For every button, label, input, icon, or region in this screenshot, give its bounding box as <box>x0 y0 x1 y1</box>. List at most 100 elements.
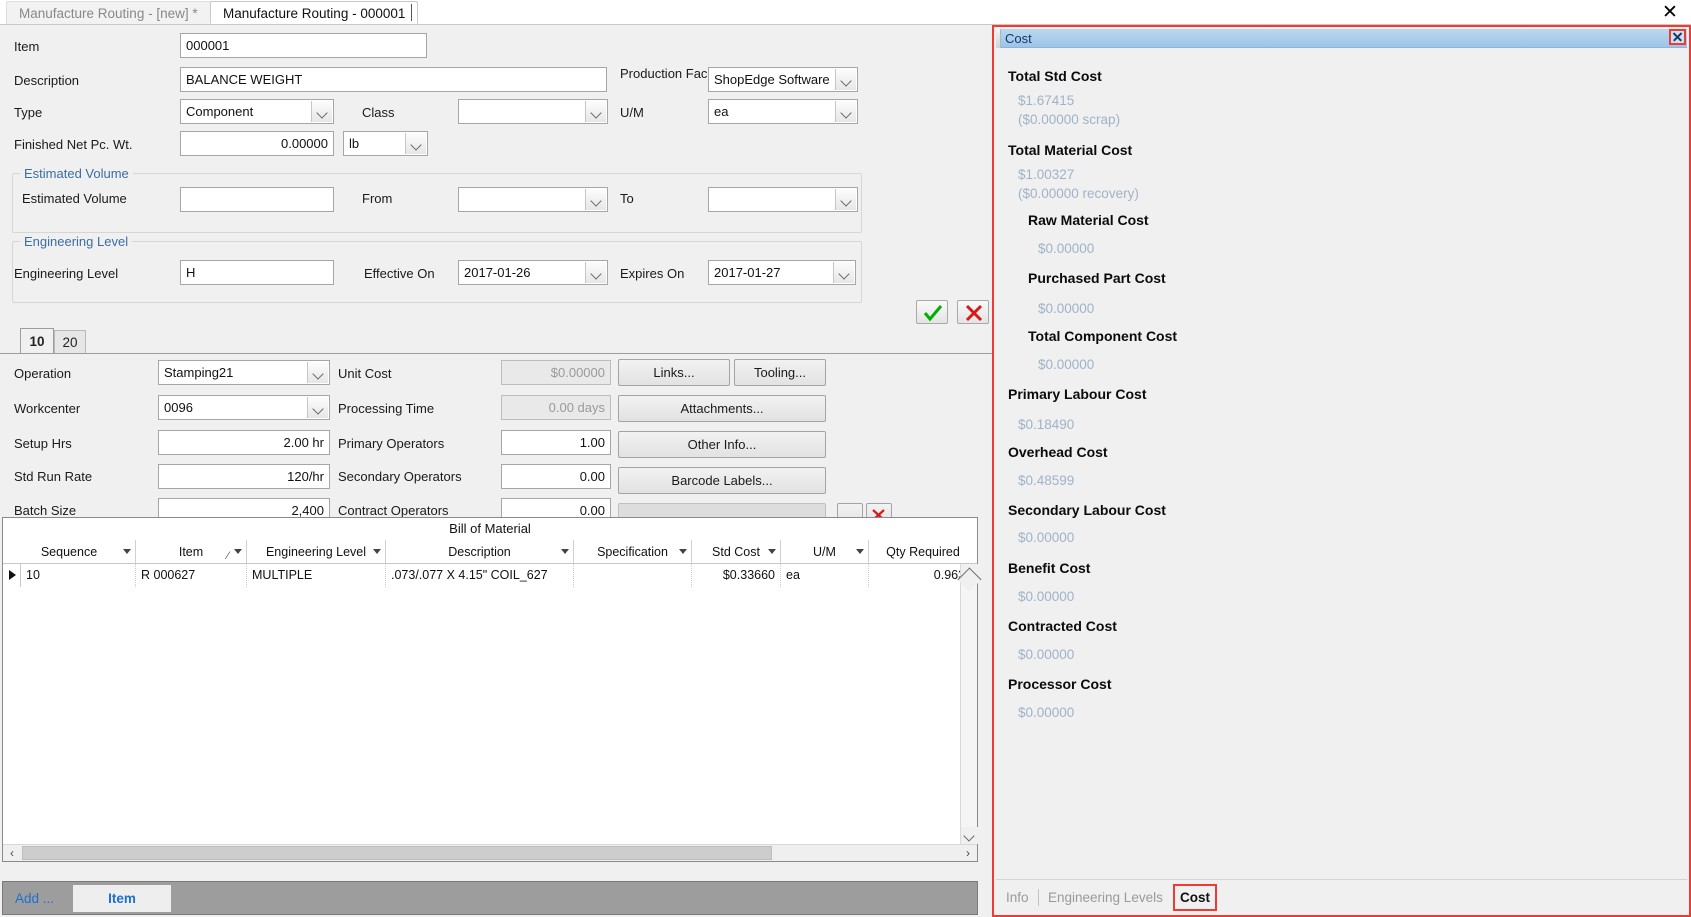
chevron-down-icon[interactable] <box>585 262 606 283</box>
std-run-rate-input[interactable]: 120/hr <box>158 464 330 489</box>
chevron-down-icon[interactable] <box>307 362 328 383</box>
bom-horizontal-scrollbar[interactable]: ‹ › <box>3 844 977 861</box>
estimated-volume-from-select[interactable] <box>458 187 608 212</box>
scroll-right-button[interactable]: › <box>959 845 977 861</box>
filter-dropdown-icon[interactable] <box>768 549 776 554</box>
chevron-down-icon[interactable] <box>311 101 332 122</box>
class-select[interactable] <box>458 99 608 124</box>
effective-on-datepicker[interactable]: 2017-01-26 <box>458 260 608 285</box>
uom-select[interactable]: ea <box>708 99 858 124</box>
chevron-down-icon[interactable] <box>835 189 856 210</box>
cost-label-total-material-cost: Total Material Cost <box>1008 142 1133 158</box>
finished-net-weight-input[interactable]: 0.00000 <box>180 131 334 156</box>
estimated-volume-to-select[interactable] <box>708 187 858 212</box>
scroll-left-button[interactable]: ‹ <box>3 845 21 861</box>
contract-operators-label: Contract Operators <box>338 503 449 518</box>
other-info-button[interactable]: Other Info... <box>618 431 826 458</box>
bom-col-uom[interactable]: U/M <box>781 540 869 564</box>
bom-col-engineering-level[interactable]: Engineering Level <box>247 540 386 564</box>
filter-dropdown-icon[interactable] <box>123 549 131 554</box>
cost-panel-titlebar: Cost <box>996 29 1687 48</box>
item-input[interactable]: 000001 <box>180 33 427 58</box>
bom-col-specification-label: Specification <box>597 545 668 559</box>
tab-text-caret <box>411 4 412 21</box>
scroll-up-button[interactable] <box>957 564 982 592</box>
cost-panel-title: Cost <box>1005 31 1032 46</box>
chevron-down-icon[interactable] <box>835 101 856 122</box>
close-icon[interactable]: ✕ <box>1659 1 1681 23</box>
filter-dropdown-icon[interactable] <box>561 549 569 554</box>
bom-col-description[interactable]: Description <box>386 540 574 564</box>
filter-dropdown-icon[interactable] <box>373 549 381 554</box>
secondary-operators-input[interactable]: 0.00 <box>501 464 611 489</box>
panel-tab-engineering-levels[interactable]: Engineering Levels <box>1048 887 1163 908</box>
bill-of-material-grid: Bill of Material Sequence Item ⁄ Enginee… <box>2 517 982 862</box>
cost-value-total-component-cost: $0.00000 <box>1038 357 1095 372</box>
secondary-operators-label: Secondary Operators <box>338 469 462 484</box>
cell-description: .073/.077 X 4.15" COIL_627 <box>386 564 574 587</box>
operation-tab-10[interactable]: 10 <box>20 328 54 354</box>
close-icon[interactable] <box>1669 29 1686 45</box>
expires-on-datepicker[interactable]: 2017-01-27 <box>708 260 856 285</box>
tab-manufacture-routing-000001[interactable]: Manufacture Routing - 000001 <box>210 1 419 24</box>
workcenter-select[interactable]: 0096 <box>158 395 330 420</box>
chevron-down-icon[interactable] <box>833 262 854 283</box>
chevron-down-icon[interactable] <box>835 69 856 90</box>
links-button[interactable]: Links... <box>618 359 730 386</box>
panel-tab-cost[interactable]: Cost <box>1173 884 1217 911</box>
filter-dropdown-icon[interactable] <box>679 549 687 554</box>
panel-grip-handle[interactable] <box>996 29 1001 48</box>
chevron-down-icon[interactable] <box>307 397 328 418</box>
bom-col-sequence[interactable]: Sequence <box>3 540 136 564</box>
chevron-down-icon[interactable] <box>585 189 606 210</box>
setup-hrs-input[interactable]: 2.00 hr <box>158 430 330 455</box>
production-facility-select[interactable]: ShopEdge Software <box>708 67 858 92</box>
row-selector-icon[interactable] <box>3 564 21 587</box>
attachments-button[interactable]: Attachments... <box>618 395 826 422</box>
operation-select[interactable]: Stamping21 <box>158 360 330 385</box>
bom-col-std-cost[interactable]: Std Cost <box>692 540 781 564</box>
production-facility-label: Production Facility <box>620 66 727 81</box>
scroll-down-button[interactable] <box>961 827 978 844</box>
setup-hrs-label: Setup Hrs <box>14 436 72 451</box>
cost-label-benefit-cost: Benefit Cost <box>1008 560 1091 576</box>
bom-action-bar: Add ... Item <box>2 881 978 915</box>
operation-tab-20[interactable]: 20 <box>54 330 86 354</box>
panel-tab-info[interactable]: Info <box>1006 887 1029 908</box>
engineering-level-input[interactable]: H <box>180 260 334 285</box>
cancel-button[interactable] <box>957 300 989 324</box>
finished-net-weight-uom-select[interactable]: lb <box>343 131 428 156</box>
type-select[interactable]: Component <box>180 99 334 124</box>
barcode-labels-button[interactable]: Barcode Labels... <box>618 467 826 494</box>
cost-label-purchased-part-cost: Purchased Part Cost <box>1028 270 1166 286</box>
cost-value-total-std-cost: $1.67415 <box>1018 93 1075 108</box>
bom-vertical-scrollbar[interactable] <box>957 564 982 844</box>
bom-col-item[interactable]: Item ⁄ <box>136 540 247 564</box>
workcenter-value: 0096 <box>164 400 193 415</box>
bom-col-qty-required[interactable]: Qty Required <box>869 540 977 564</box>
unit-cost-value: $0.00000 <box>501 360 611 385</box>
filter-dropdown-icon[interactable] <box>234 549 242 554</box>
add-item-button[interactable]: Item <box>73 885 171 912</box>
description-input[interactable]: BALANCE WEIGHT <box>180 67 607 92</box>
filter-dropdown-icon[interactable] <box>856 549 864 554</box>
cost-label-total-std-cost: Total Std Cost <box>1008 68 1102 84</box>
chevron-down-icon[interactable] <box>405 133 426 154</box>
primary-operators-input[interactable]: 1.00 <box>501 430 611 455</box>
estimated-volume-input[interactable] <box>180 187 334 212</box>
chevron-down-icon[interactable] <box>585 101 606 122</box>
unit-cost-label: Unit Cost <box>338 366 392 381</box>
cell-uom: ea <box>781 564 869 587</box>
bill-of-material-title: Bill of Material <box>3 518 977 540</box>
bom-col-specification[interactable]: Specification <box>574 540 692 564</box>
cost-label-contracted-cost: Contracted Cost <box>1008 618 1117 634</box>
table-row[interactable]: 10 R 000627 MULTIPLE .073/.077 X 4.15" C… <box>3 564 977 587</box>
add-link[interactable]: Add ... <box>15 891 54 906</box>
tooling-button[interactable]: Tooling... <box>734 359 826 386</box>
tab-manufacture-routing-new[interactable]: Manufacture Routing - [new] * <box>6 1 211 24</box>
chevron-up-icon <box>957 567 982 592</box>
bom-col-uom-label: U/M <box>813 545 836 559</box>
bom-col-qty-required-label: Qty Required <box>886 545 960 559</box>
horizontal-scroll-thumb[interactable] <box>22 846 772 860</box>
accept-button[interactable] <box>916 300 948 324</box>
